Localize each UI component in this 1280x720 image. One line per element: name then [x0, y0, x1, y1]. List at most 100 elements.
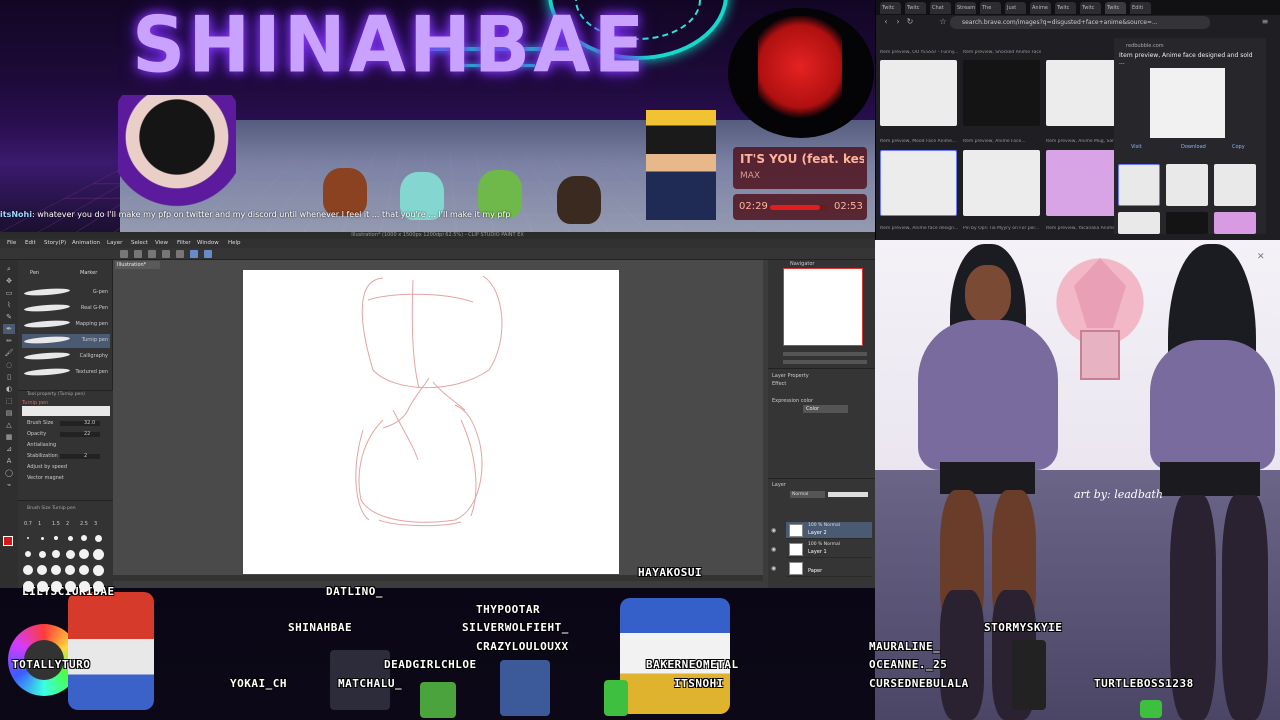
- brush-size-dot[interactable]: [23, 565, 33, 575]
- tool-property-slider[interactable]: [60, 454, 100, 459]
- ruler-tool-icon[interactable]: ⊿: [3, 444, 15, 454]
- brush-size-dot[interactable]: [22, 580, 34, 592]
- tool-property-value[interactable]: 2: [84, 453, 87, 459]
- back-icon[interactable]: ‹: [881, 17, 891, 27]
- image-result[interactable]: [1046, 60, 1123, 126]
- undo-icon[interactable]: [162, 250, 170, 258]
- brush-size-dot[interactable]: [52, 550, 60, 558]
- brush-size-dot[interactable]: [50, 580, 62, 592]
- browser-tab[interactable]: Twitc: [880, 2, 901, 14]
- brush-size-dot[interactable]: [79, 565, 89, 575]
- menu-help[interactable]: Help: [228, 239, 241, 248]
- menu-icon[interactable]: ≡: [1260, 17, 1270, 27]
- related-image[interactable]: [1166, 212, 1208, 234]
- close-icon[interactable]: ✕: [1257, 252, 1265, 262]
- browser-tab[interactable]: Chat: [930, 2, 951, 14]
- navigator-zoom-slider[interactable]: [783, 352, 867, 356]
- copy-button[interactable]: Copy: [1232, 144, 1245, 150]
- brush-size-dot[interactable]: [81, 535, 87, 541]
- layer-opacity-slider[interactable]: [828, 492, 868, 497]
- move-tool-icon[interactable]: ✥: [3, 276, 15, 286]
- brush-size-dot[interactable]: [65, 549, 75, 559]
- brush-size-preset-label[interactable]: 2.5: [80, 521, 88, 527]
- forward-icon[interactable]: ›: [893, 17, 903, 27]
- brush-item[interactable]: Textured pen: [22, 366, 110, 380]
- correct-line-tool-icon[interactable]: ⌁: [3, 480, 15, 490]
- zoom-tool-icon[interactable]: ⌕: [3, 264, 15, 274]
- image-result[interactable]: [1046, 150, 1123, 216]
- brush-size-dot[interactable]: [51, 565, 61, 575]
- snap-icon[interactable]: [190, 250, 198, 258]
- download-button[interactable]: Download: [1181, 144, 1206, 150]
- tool-property-slider[interactable]: [60, 432, 100, 437]
- preview-title[interactable]: Item preview, Anime face designed and so…: [1119, 52, 1259, 66]
- expression-color-select[interactable]: Color: [803, 405, 848, 413]
- browser-tab[interactable]: Just: [1005, 2, 1026, 14]
- layer-row[interactable]: 100 % Normal Layer 2: [786, 522, 872, 539]
- figure-tool-icon[interactable]: △: [3, 420, 15, 430]
- save-icon[interactable]: [148, 250, 156, 258]
- brush-size-dot[interactable]: [37, 565, 47, 575]
- browser-tab[interactable]: Anime: [1030, 2, 1051, 14]
- select-tool-icon[interactable]: ▭: [3, 288, 15, 298]
- fill-tool-icon[interactable]: ⬚: [3, 396, 15, 406]
- image-result[interactable]: [963, 60, 1040, 126]
- browser-tab[interactable]: The: [980, 2, 1001, 14]
- brush-item[interactable]: Calligraphy: [22, 350, 110, 364]
- blend-tool-icon[interactable]: ◐: [3, 384, 15, 394]
- brush-item[interactable]: Mapping pen: [22, 318, 110, 332]
- lasso-tool-icon[interactable]: ⌇: [3, 300, 15, 310]
- brush-size-dot[interactable]: [92, 580, 104, 592]
- visit-button[interactable]: Visit: [1131, 144, 1142, 150]
- image-result[interactable]: [963, 150, 1040, 216]
- tool-property-value[interactable]: 22: [84, 431, 90, 437]
- visibility-eye-icon[interactable]: ◉: [771, 565, 776, 572]
- reload-icon[interactable]: ↻: [905, 17, 915, 27]
- menu-animation[interactable]: Animation: [72, 239, 100, 248]
- preview-image[interactable]: [1150, 68, 1225, 138]
- layer-panel-label[interactable]: Layer: [772, 482, 786, 488]
- brush-size-dot[interactable]: [64, 580, 76, 592]
- brush-size-preset-label[interactable]: 1: [38, 521, 41, 527]
- brush-size-dot[interactable]: [36, 580, 48, 592]
- balloon-tool-icon[interactable]: ◯: [3, 468, 15, 478]
- menu-storyp[interactable]: Story(P): [44, 239, 66, 248]
- brush-size-preset-label[interactable]: 0.7: [24, 521, 32, 527]
- menu-filter[interactable]: Filter: [177, 239, 191, 248]
- brush-size-preset-label[interactable]: 2: [66, 521, 69, 527]
- brush-size-dot[interactable]: [38, 550, 46, 558]
- brush-item[interactable]: G-pen: [22, 286, 110, 300]
- airbrush-tool-icon[interactable]: ◌: [3, 360, 15, 370]
- bookmark-icon[interactable]: ☆: [938, 17, 948, 27]
- brush-size-preset-label[interactable]: 1.5: [52, 521, 60, 527]
- navigator-preview[interactable]: [783, 268, 863, 346]
- brush-size-dot[interactable]: [67, 535, 73, 541]
- brush-size-dot[interactable]: [25, 551, 31, 557]
- eyedropper-tool-icon[interactable]: ✎: [3, 312, 15, 322]
- new-icon[interactable]: [120, 250, 128, 258]
- tool-property-value[interactable]: 32.0: [84, 420, 95, 426]
- eraser-tool-icon[interactable]: ▯: [3, 372, 15, 382]
- brush-size-dot[interactable]: [92, 564, 104, 576]
- brush-tool-icon[interactable]: 🖌: [3, 348, 15, 358]
- browser-tab[interactable]: Stream: [955, 2, 976, 14]
- browser-tab[interactable]: Twitc: [1105, 2, 1126, 14]
- layer-row[interactable]: 100 % Normal Layer 1: [786, 541, 872, 558]
- related-image[interactable]: [1214, 212, 1256, 234]
- snap-icon[interactable]: [204, 250, 212, 258]
- image-result[interactable]: [880, 150, 957, 216]
- related-image[interactable]: [1118, 164, 1160, 206]
- address-bar[interactable]: search.brave.com/images?q=disgusted+face…: [950, 16, 1210, 29]
- brush-size-dot[interactable]: [65, 565, 75, 575]
- brush-size-dot[interactable]: [54, 536, 58, 540]
- browser-tab[interactable]: Twitc: [1055, 2, 1076, 14]
- gradient-tool-icon[interactable]: ▤: [3, 408, 15, 418]
- related-image[interactable]: [1214, 164, 1256, 206]
- related-image[interactable]: [1118, 212, 1160, 234]
- frame-tool-icon[interactable]: ▦: [3, 432, 15, 442]
- brush-size-dot[interactable]: [27, 537, 29, 539]
- preview-source[interactable]: redbubble.com: [1126, 43, 1164, 49]
- brush-size-dot[interactable]: [79, 549, 89, 559]
- redo-icon[interactable]: [176, 250, 184, 258]
- image-result[interactable]: [880, 60, 957, 126]
